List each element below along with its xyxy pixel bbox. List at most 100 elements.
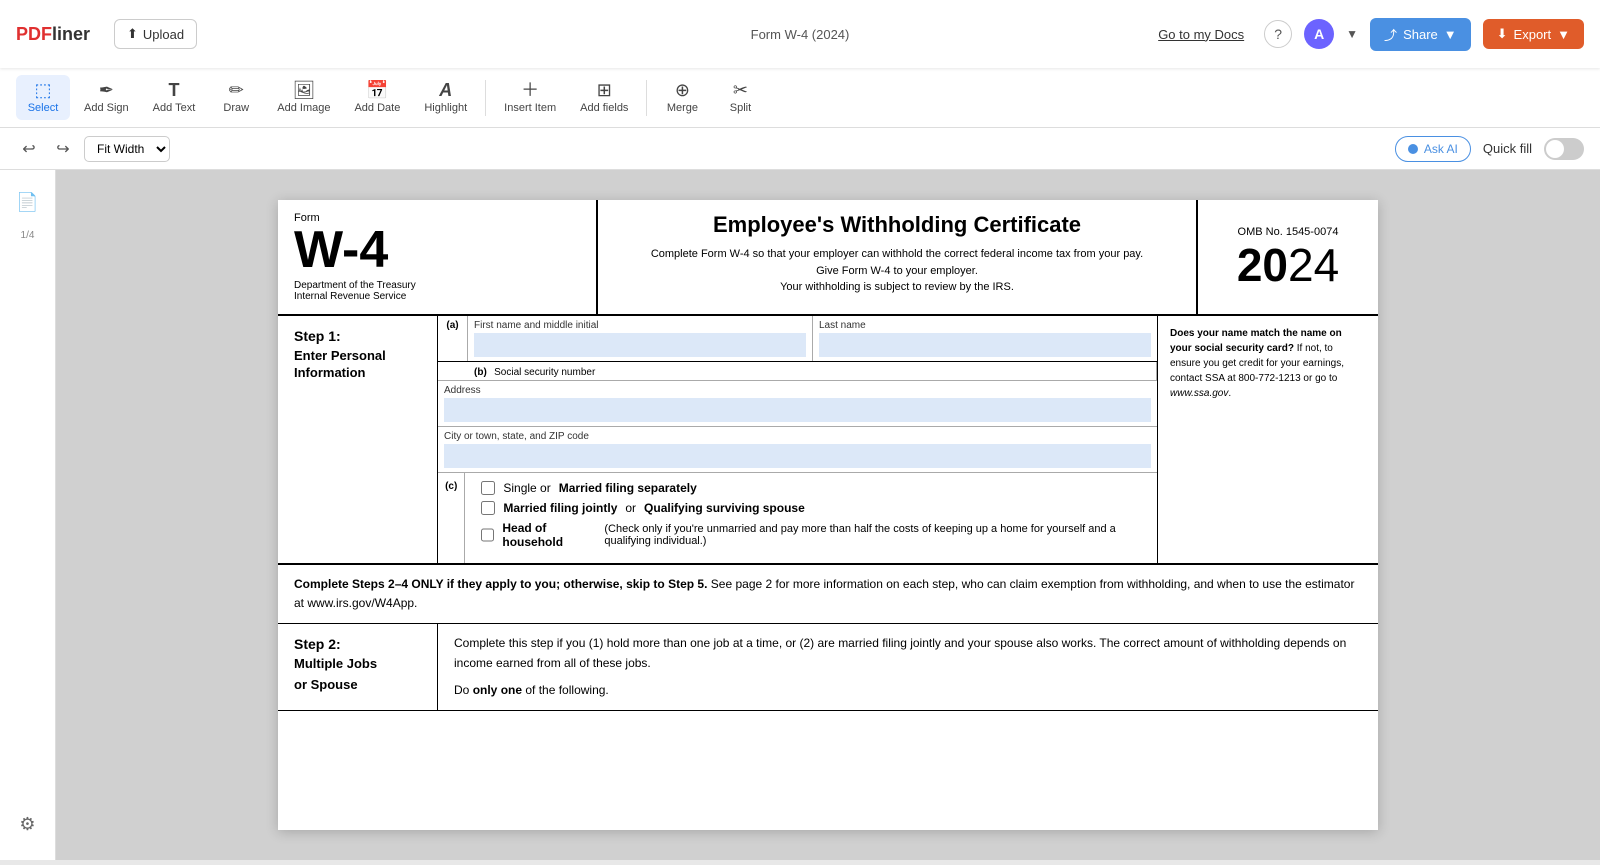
pdf-form: Form W-4 Department of the Treasury Inte… [278, 200, 1378, 830]
checkbox1-bold: Married filing separately [559, 481, 697, 495]
col-b-spacer [438, 362, 468, 380]
address-field: Address [438, 381, 1157, 426]
export-button[interactable]: ⬇ Export ▼ [1483, 19, 1584, 49]
upload-button[interactable]: ⬆ Upload [114, 19, 197, 49]
ask-ai-button[interactable]: Ask AI [1395, 136, 1471, 162]
first-name-cell: First name and middle initial [468, 316, 813, 361]
help-button[interactable]: ? [1264, 20, 1292, 48]
share-chevron: ▼ [1444, 27, 1457, 42]
name-row: (a) First name and middle initial Last n… [438, 316, 1157, 362]
add-date-label: Add Date [354, 102, 400, 114]
ssn-row-header: (b) Social security number [438, 362, 1157, 381]
step2-title2: or Spouse [294, 677, 421, 694]
first-name-input[interactable] [474, 333, 806, 357]
omb-text: OMB No. 1545-0074 [1238, 226, 1339, 238]
last-name-input[interactable] [819, 333, 1151, 357]
checkbox-head-of-household[interactable] [481, 528, 494, 542]
select-icon: ⬚ [34, 81, 51, 99]
form-w4-number: W-4 [294, 224, 580, 276]
upload-label: Upload [143, 27, 184, 42]
toolbar2-right: Ask AI Quick fill [1395, 136, 1584, 162]
ssn-col-label: (b) Social security number [468, 362, 1157, 380]
logo-liner: liner [52, 24, 90, 45]
col-a-label: (a) [438, 316, 468, 361]
address-input[interactable] [444, 398, 1151, 422]
export-chevron: ▼ [1557, 27, 1570, 42]
form-subtitle2: Give Form W-4 to your employer. [618, 263, 1176, 280]
step1-label: Step 1: Enter Personal Information [278, 316, 438, 563]
add-text-label: Add Text [153, 102, 196, 114]
form-header-right: OMB No. 1545-0074 2024 [1198, 200, 1378, 314]
split-icon: ✂ [733, 81, 748, 99]
step1-fields: (a) First name and middle initial Last n… [438, 316, 1158, 563]
insert-item-label: Insert Item [504, 102, 556, 114]
tool-merge[interactable]: ⊕ Merge [655, 75, 709, 120]
merge-label: Merge [667, 102, 698, 114]
step2-number: Step 2: [294, 636, 421, 652]
form-subtitle1: Complete Form W-4 so that your employer … [618, 246, 1176, 263]
checkbox-married-jointly[interactable] [481, 501, 495, 515]
checkbox1-label: Single or [503, 481, 550, 495]
checkbox-row-2: Married filing jointly or Qualifying sur… [481, 501, 1141, 515]
tool-add-text[interactable]: T Add Text [143, 75, 206, 120]
add-image-icon: 🖼 [292, 81, 315, 99]
city-field: City or town, state, and ZIP code [438, 427, 1157, 472]
last-name-cell: Last name [813, 316, 1157, 361]
add-date-icon: 📅 [366, 81, 388, 99]
ask-ai-label: Ask AI [1424, 142, 1458, 156]
split-label: Split [730, 102, 751, 114]
tool-add-fields[interactable]: ⊞ Add fields [570, 75, 638, 120]
address-label: Address [444, 385, 1151, 396]
quick-fill-toggle[interactable] [1544, 138, 1584, 160]
topbar-chevron: ▼ [1346, 27, 1358, 41]
checkbox3-note: (Check only if you're unmarried and pay … [604, 523, 1141, 547]
form-title: Employee's Withholding Certificate [618, 212, 1176, 238]
topbar: PDF liner ⬆ Upload Form W-4 (2024) Go to… [0, 0, 1600, 68]
tool-highlight[interactable]: A Highlight [414, 75, 477, 120]
step2-title1: Multiple Jobs [294, 656, 421, 673]
tool-draw[interactable]: ✏ Draw [209, 75, 263, 120]
tool-split[interactable]: ✂ Split [713, 75, 767, 120]
redo-button[interactable]: ↪ [50, 136, 76, 162]
skip-note: Complete Steps 2–4 ONLY if they apply to… [278, 564, 1378, 624]
add-sign-label: Add Sign [84, 102, 129, 114]
add-text-icon: T [168, 81, 179, 99]
checkbox-single[interactable] [481, 481, 495, 495]
undo-button[interactable]: ↩ [16, 136, 42, 162]
sidebar-settings-icon[interactable]: ⚙ [8, 804, 48, 844]
merge-icon: ⊕ [675, 81, 690, 99]
draw-label: Draw [223, 102, 249, 114]
go-to-docs-button[interactable]: Go to my Docs [1150, 23, 1252, 46]
add-image-label: Add Image [277, 102, 330, 114]
checkbox2-bold: Qualifying surviving spouse [644, 501, 805, 515]
tool-add-sign[interactable]: ✒ Add Sign [74, 75, 139, 120]
last-name-label: Last name [819, 320, 1151, 331]
fit-width-select[interactable]: Fit Width [84, 136, 170, 162]
tool-add-date[interactable]: 📅 Add Date [344, 75, 410, 120]
form-subtitle3: Your withholding is subject to review by… [618, 279, 1176, 296]
col-c-label: (c) [438, 473, 465, 563]
share-button[interactable]: ⤴ Share ▼ [1370, 18, 1471, 51]
doc-title: Form W-4 (2024) [751, 27, 850, 42]
export-label: Export [1514, 27, 1552, 42]
avatar-button[interactable]: A [1304, 19, 1334, 49]
share-icon: ⤴ [1384, 25, 1397, 44]
tool-insert-item[interactable]: ＋ Insert Item [494, 75, 566, 120]
checkbox-area: (c) Single or Married filing separately … [438, 472, 1157, 563]
main-content: Form W-4 Department of the Treasury Inte… [56, 170, 1600, 860]
export-icon: ⬇ [1497, 26, 1508, 42]
tool-select[interactable]: ⬚ Select [16, 75, 70, 120]
ask-ai-dot [1408, 144, 1418, 154]
sidebar-pages-icon[interactable]: 📄 [8, 182, 48, 222]
step1-area: Step 1: Enter Personal Information (a) F… [278, 316, 1378, 564]
checkbox-section: Single or Married filing separately Marr… [465, 473, 1157, 563]
step2-paragraph1: Complete this step if you (1) hold more … [454, 634, 1362, 672]
toolbar2: ↩ ↪ Fit Width Ask AI Quick fill [0, 128, 1600, 170]
add-sign-icon: ✒ [99, 81, 114, 99]
first-name-label: First name and middle initial [474, 320, 806, 331]
form-header-left: Form W-4 Department of the Treasury Inte… [278, 200, 598, 314]
city-input[interactable] [444, 444, 1151, 468]
checkbox-row-1: Single or Married filing separately [481, 481, 1141, 495]
tool-add-image[interactable]: 🖼 Add Image [267, 75, 340, 120]
checkbox3-bold: Head of household [502, 521, 596, 549]
